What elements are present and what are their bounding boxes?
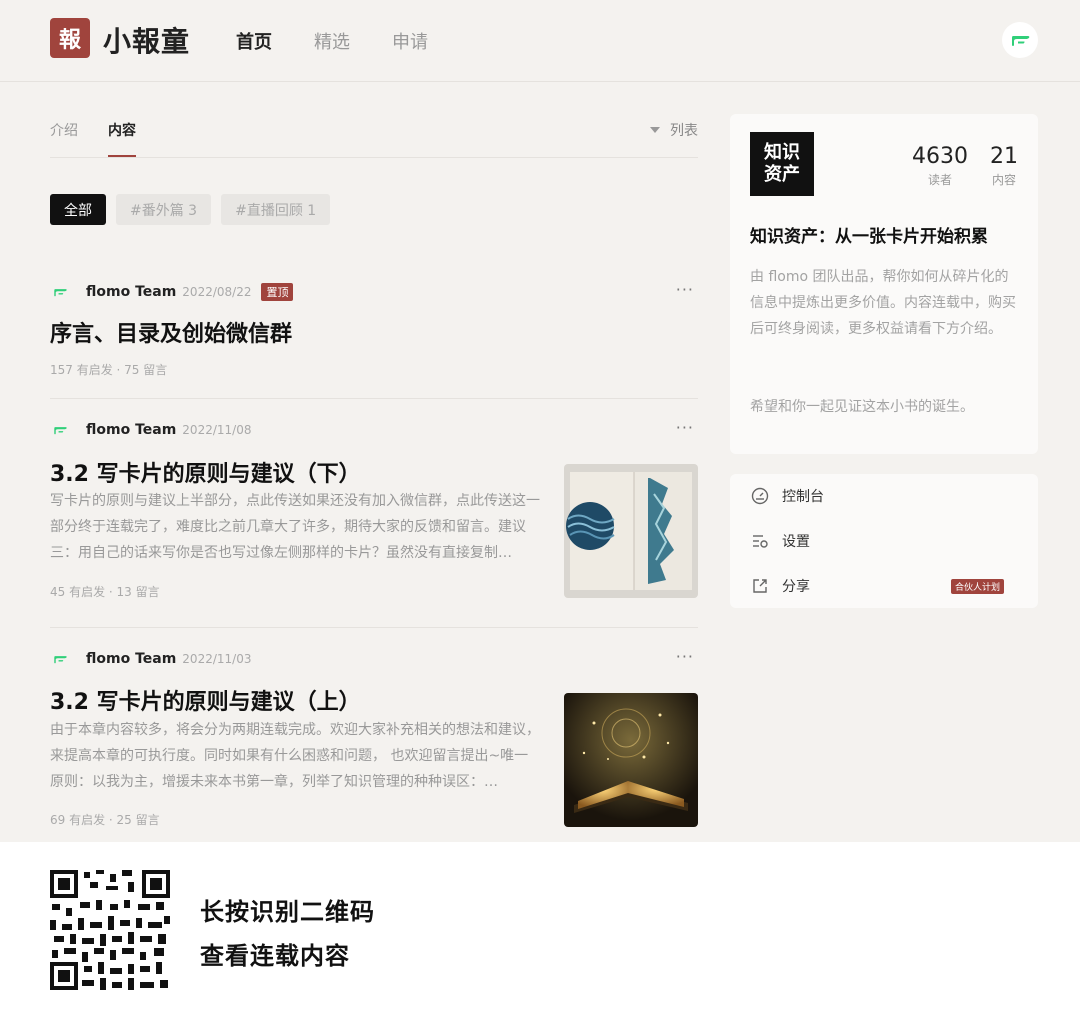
post-item[interactable]: flomo Team 2022/11/03 ··· 3.2 写卡片的原则与建议（… (50, 647, 698, 839)
flomo-icon (50, 420, 70, 440)
flomo-icon (1012, 36, 1030, 46)
post-date: 2022/08/22 (182, 285, 252, 299)
menu-share-label: 分享 (782, 579, 810, 595)
readers-count: 4630 (912, 144, 968, 169)
view-toggle-label: 列表 (670, 123, 698, 139)
post-title[interactable]: 3.2 写卡片的原则与建议（下） (50, 456, 361, 488)
content-tabs: 介绍 内容 列表 (50, 112, 698, 158)
filter-live-replay[interactable]: #直播回顾 1 (221, 194, 331, 225)
menu-share[interactable]: 分享 合伙人计划 (750, 574, 1020, 598)
more-options-icon[interactable]: ··· (676, 418, 694, 437)
post-excerpt: 由于本章内容较多，将会分为两期连载完成。欢迎大家补充相关的想法和建议，来提高本章… (50, 722, 540, 790)
book-info-card: 知识资产 4630 读者 21 内容 知识资产：从一张卡片开始积累 由 flom… (730, 114, 1038, 454)
more-options-icon[interactable]: ··· (676, 647, 694, 666)
book-menu-card: 控制台 设置 分享 合伙人计划 (730, 474, 1038, 608)
post-author[interactable]: flomo Team (86, 284, 176, 300)
readers-label: 读者 (927, 173, 952, 187)
nav-featured[interactable]: 精选 (314, 28, 350, 54)
active-tab-indicator (108, 155, 136, 157)
settings-icon (750, 531, 770, 551)
partner-program-badge[interactable]: 合伙人计划 (950, 578, 1004, 594)
view-toggle[interactable]: 列表 (650, 120, 698, 140)
contents-count: 21 (990, 144, 1018, 169)
post-date: 2022/11/08 (182, 423, 252, 437)
pinned-badge: 置顶 (261, 283, 294, 301)
qr-instruction-secondary: 查看连载内容 (200, 942, 350, 970)
post-date: 2022/11/03 (182, 652, 252, 666)
brand-name[interactable]: 小報童 (103, 20, 190, 60)
brand-logo[interactable]: 報 (50, 18, 90, 58)
post-excerpt: 写卡片的原则与建议上半部分，点此传送如果还没有加入微信群，点此传送这一部分终于连… (50, 493, 540, 561)
caret-down-icon (650, 127, 660, 133)
tab-content[interactable]: 内容 (108, 120, 136, 140)
tag-filters: 全部 #番外篇 3 #直播回顾 1 (50, 194, 331, 225)
post-stats: 157 有启发 · 75 留言 (50, 363, 168, 377)
filter-all[interactable]: 全部 (50, 194, 106, 225)
post-divider (50, 627, 698, 628)
flomo-icon (50, 649, 70, 669)
post-item[interactable]: flomo Team 2022/11/08 ··· 3.2 写卡片的原则与建议（… (50, 418, 698, 610)
menu-dashboard[interactable]: 控制台 (750, 484, 1020, 508)
contents-stat: 21 内容 (990, 144, 1018, 188)
flomo-icon (50, 282, 70, 302)
main-nav: 首页 精选 申请 (236, 28, 428, 54)
menu-settings[interactable]: 设置 (750, 529, 1020, 553)
share-icon (750, 576, 770, 596)
menu-settings-label: 设置 (782, 534, 810, 550)
tab-intro[interactable]: 介绍 (50, 120, 78, 140)
post-stats: 45 有启发 · 13 留言 (50, 585, 160, 599)
post-meta: flomo Team 2022/08/22 置顶 (50, 282, 294, 302)
filter-extras[interactable]: #番外篇 3 (116, 194, 212, 225)
post-item[interactable]: flomo Team 2022/08/22 置顶 ··· 序言、目录及创始微信群… (50, 280, 698, 382)
menu-dashboard-label: 控制台 (782, 489, 824, 505)
post-stats: 69 有启发 · 25 留言 (50, 813, 160, 827)
post-author[interactable]: flomo Team (86, 651, 176, 667)
contents-label: 内容 (991, 173, 1016, 187)
post-author[interactable]: flomo Team (86, 422, 176, 438)
top-header: 報 小報童 首页 精选 申请 (0, 0, 1080, 82)
book-description-extra: 希望和你一起见证这本小书的诞生。 (750, 399, 974, 415)
glowing-book-image[interactable] (564, 693, 698, 827)
book-cover-text: 知识资产 (764, 142, 800, 185)
post-title[interactable]: 序言、目录及创始微信群 (50, 316, 292, 348)
dashboard-icon (750, 486, 770, 506)
post-title[interactable]: 3.2 写卡片的原则与建议（上） (50, 684, 361, 716)
post-meta: flomo Team 2022/11/08 (50, 420, 261, 440)
qr-promo-section: 长按识别二维码 查看连载内容 (0, 842, 1080, 1020)
ocean-book-image[interactable] (564, 464, 698, 598)
post-meta: flomo Team 2022/11/03 (50, 649, 261, 669)
nav-apply[interactable]: 申请 (392, 28, 428, 54)
book-description: 由 flomo 团队出品，帮你如何从碎片化的信息中提炼出更多价值。内容连载中，购… (750, 269, 1016, 337)
qr-code[interactable] (50, 870, 170, 990)
more-options-icon[interactable]: ··· (676, 280, 694, 299)
readers-stat: 4630 读者 (912, 144, 968, 188)
book-cover[interactable]: 知识资产 (750, 132, 814, 196)
qr-instruction: 长按识别二维码 (200, 898, 375, 926)
nav-home[interactable]: 首页 (236, 28, 272, 54)
book-title: 知识资产：从一张卡片开始积累 (750, 227, 988, 247)
user-avatar[interactable] (1002, 22, 1038, 58)
post-divider (50, 398, 698, 399)
